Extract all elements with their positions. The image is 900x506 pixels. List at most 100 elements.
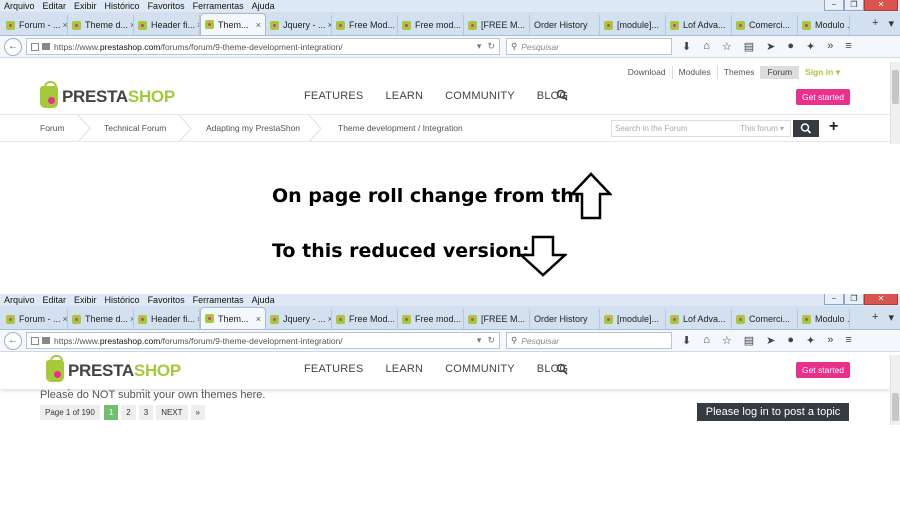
tab-free-mod-2[interactable]: Free mod... bbox=[398, 309, 464, 329]
nav-learn[interactable]: LEARN bbox=[385, 90, 423, 102]
nav-community[interactable]: COMMUNITY bbox=[445, 90, 515, 102]
tab-list-button[interactable]: ▾ bbox=[888, 17, 894, 30]
restore-button[interactable]: ❐ bbox=[844, 0, 864, 11]
menu-ajuda[interactable]: Ajuda bbox=[252, 295, 275, 305]
prestashop-logo[interactable]: PRESTASHOP bbox=[46, 355, 181, 382]
tab-modulo[interactable]: Modulo ... bbox=[798, 309, 850, 329]
get-started-button[interactable]: Get started bbox=[796, 89, 850, 105]
menu-editar[interactable]: Editar bbox=[43, 1, 67, 11]
nav-features[interactable]: FEATURES bbox=[304, 363, 363, 375]
download-icon[interactable]: ⬇ bbox=[682, 40, 691, 53]
minimize-button[interactable]: − bbox=[824, 294, 844, 305]
nav-features[interactable]: FEATURES bbox=[304, 90, 363, 102]
search-icon[interactable] bbox=[556, 363, 568, 375]
last-page-button[interactable]: » bbox=[190, 405, 205, 420]
login-to-post-button[interactable]: Please log in to post a topic bbox=[697, 403, 849, 421]
menu-historico[interactable]: Histórico bbox=[105, 1, 140, 11]
menu-historico[interactable]: Histórico bbox=[105, 295, 140, 305]
tab-free-m[interactable]: [FREE M... bbox=[464, 15, 530, 35]
url-bar[interactable]: https://www. prestashop.com/forums/forum/… bbox=[26, 38, 500, 55]
tab-close-icon[interactable]: × bbox=[61, 20, 67, 30]
tab-them-active[interactable]: Them... × bbox=[200, 13, 266, 35]
clipboard-icon[interactable]: ▤ bbox=[744, 40, 754, 53]
clipboard-icon[interactable]: ▤ bbox=[744, 334, 754, 347]
tab-header-fi[interactable]: Header fi...× bbox=[134, 15, 200, 35]
dropdown-icon[interactable]: ▾ bbox=[477, 41, 482, 52]
sign-in-link[interactable]: Sign in ▾ bbox=[799, 66, 846, 79]
menu-arquivo[interactable]: Arquivo bbox=[4, 1, 35, 11]
scroll-thumb[interactable] bbox=[892, 70, 899, 104]
menu-exibir[interactable]: Exibir bbox=[74, 1, 97, 11]
forum-search-filter[interactable]: This forum ▾ bbox=[740, 124, 784, 133]
add-plus-button[interactable]: + bbox=[829, 118, 838, 136]
tab-close-icon[interactable]: × bbox=[61, 314, 67, 324]
tab-forum[interactable]: Forum - ... × bbox=[2, 15, 68, 35]
tab-free-mod-1[interactable]: Free Mod... bbox=[332, 309, 398, 329]
hamburger-menu-icon[interactable]: ≡ bbox=[845, 334, 851, 347]
dropdown-icon[interactable]: ▾ bbox=[477, 335, 482, 346]
menu-arquivo[interactable]: Arquivo bbox=[4, 295, 35, 305]
tab-module[interactable]: [module]... bbox=[600, 15, 666, 35]
tab-header-fi[interactable]: Header fi...× bbox=[134, 309, 200, 329]
minimize-button[interactable]: − bbox=[824, 0, 844, 11]
tab-comerci[interactable]: Comerci... bbox=[732, 15, 798, 35]
top-link-modules[interactable]: Modules bbox=[673, 66, 718, 79]
page-2-button[interactable]: 2 bbox=[121, 405, 136, 420]
tab-modulo[interactable]: Modulo ... bbox=[798, 15, 850, 35]
tab-lof-adva[interactable]: Lof Adva... bbox=[666, 15, 732, 35]
url-bar[interactable]: https://www. prestashop.com/forums/forum/… bbox=[26, 332, 500, 349]
menu-ferramentas[interactable]: Ferramentas bbox=[193, 295, 244, 305]
get-started-button[interactable]: Get started bbox=[796, 362, 850, 378]
menu-exibir[interactable]: Exibir bbox=[74, 295, 97, 305]
breadcrumb-technical-forum[interactable]: Technical Forum bbox=[104, 123, 166, 133]
tab-order-history[interactable]: Order History bbox=[530, 15, 600, 35]
top-link-themes[interactable]: Themes bbox=[718, 66, 762, 79]
send-icon[interactable]: ➤ bbox=[766, 40, 775, 53]
tab-close-icon[interactable]: × bbox=[254, 20, 261, 30]
top-link-download[interactable]: Download bbox=[622, 66, 673, 79]
back-arrow-icon[interactable]: ← bbox=[4, 331, 22, 350]
overflow-icon[interactable]: » bbox=[827, 40, 833, 53]
tab-close-icon[interactable]: × bbox=[254, 314, 261, 324]
close-window-button[interactable]: ✕ bbox=[864, 0, 898, 11]
tab-list-button[interactable]: ▾ bbox=[888, 311, 894, 324]
tab-order-history[interactable]: Order History bbox=[530, 309, 600, 329]
nav-learn[interactable]: LEARN bbox=[385, 363, 423, 375]
next-page-button[interactable]: NEXT bbox=[156, 405, 188, 420]
top-link-forum[interactable]: Forum bbox=[761, 66, 800, 79]
menu-ajuda[interactable]: Ajuda bbox=[252, 1, 275, 11]
back-arrow-icon[interactable]: ← bbox=[4, 37, 22, 56]
breadcrumb-adapting[interactable]: Adapting my PrestaShon bbox=[206, 123, 300, 133]
home-icon[interactable]: ⌂ bbox=[703, 334, 710, 347]
tab-lof-adva[interactable]: Lof Adva... bbox=[666, 309, 732, 329]
tab-jquery[interactable]: Jquery - ...× bbox=[266, 15, 332, 35]
tab-them-active[interactable]: Them... × bbox=[200, 307, 266, 329]
page-1-button[interactable]: 1 bbox=[103, 405, 119, 420]
chat-icon[interactable]: ● bbox=[787, 40, 794, 53]
menu-editar[interactable]: Editar bbox=[43, 295, 67, 305]
tab-forum[interactable]: Forum - ... × bbox=[2, 309, 68, 329]
forum-search-button[interactable] bbox=[793, 120, 819, 137]
home-icon[interactable]: ⌂ bbox=[703, 40, 710, 53]
restore-button[interactable]: ❐ bbox=[844, 294, 864, 305]
scrollbar-bottom[interactable] bbox=[890, 355, 900, 425]
browser-search-input[interactable]: ⚲ Pesquisar bbox=[506, 38, 672, 55]
scrollbar-top[interactable] bbox=[890, 62, 900, 144]
hamburger-menu-icon[interactable]: ≡ bbox=[845, 40, 851, 53]
nav-community[interactable]: COMMUNITY bbox=[445, 363, 515, 375]
extension-icon[interactable]: ✦ bbox=[806, 334, 815, 347]
menu-favoritos[interactable]: Favoritos bbox=[148, 1, 185, 11]
page-3-button[interactable]: 3 bbox=[138, 405, 154, 420]
chat-icon[interactable]: ● bbox=[787, 334, 794, 347]
close-window-button[interactable]: ✕ bbox=[864, 294, 898, 305]
menu-ferramentas[interactable]: Ferramentas bbox=[193, 1, 244, 11]
tab-comerci[interactable]: Comerci... bbox=[732, 309, 798, 329]
reload-icon[interactable]: ↻ bbox=[487, 41, 495, 52]
download-icon[interactable]: ⬇ bbox=[682, 334, 691, 347]
reload-icon[interactable]: ↻ bbox=[487, 335, 495, 346]
bookmark-star-icon[interactable]: ☆ bbox=[722, 40, 732, 53]
tab-jquery[interactable]: Jquery - ...× bbox=[266, 309, 332, 329]
browser-search-input[interactable]: ⚲ Pesquisar bbox=[506, 332, 672, 349]
tab-theme-d[interactable]: Theme d...× bbox=[68, 15, 134, 35]
new-tab-button[interactable]: + bbox=[872, 311, 878, 324]
